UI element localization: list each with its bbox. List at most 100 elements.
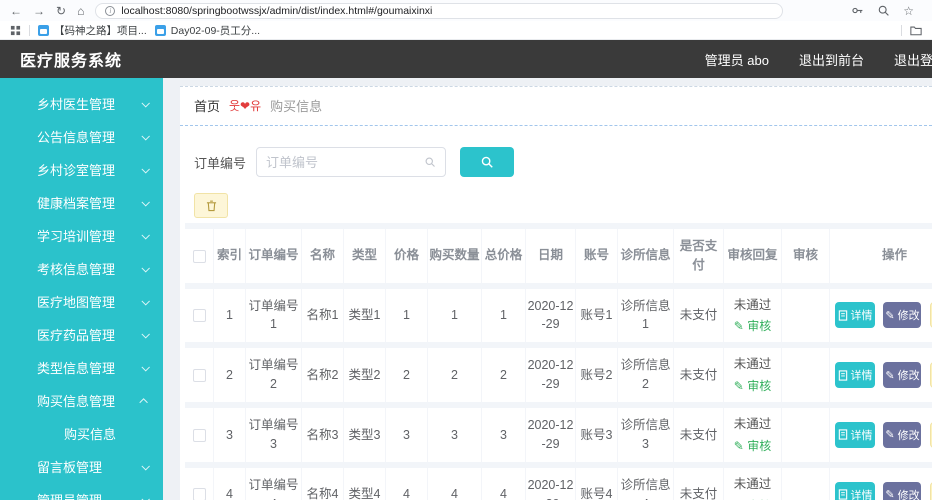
cell-clinic: 诊所信息3 — [617, 408, 673, 462]
apps-grid-icon[interactable] — [10, 25, 21, 36]
order-number-input[interactable] — [266, 155, 424, 170]
cell-price: 3 — [385, 408, 427, 462]
detail-button[interactable]: 详情 — [835, 362, 875, 388]
cell-type: 类型4 — [343, 468, 385, 500]
sidebar-item[interactable]: 公告信息管理 — [0, 120, 163, 153]
logout-link[interactable]: 退出登录 — [894, 50, 932, 69]
cell-index: 3 — [213, 408, 245, 462]
sidebar-item[interactable]: 留言板管理 — [0, 450, 163, 483]
chevron-down-icon — [141, 495, 149, 500]
select-all-checkbox[interactable] — [193, 250, 206, 263]
sidebar-item[interactable]: 购买信息 — [0, 417, 163, 450]
zoom-icon[interactable] — [877, 4, 890, 17]
row-select-cell — [185, 468, 213, 500]
other-bookmarks-folder-icon[interactable] — [910, 25, 922, 36]
address-bar[interactable]: i localhost:8080/springbootwssjx/admin/d… — [95, 3, 783, 19]
sidebar-item[interactable]: 管理员管理 — [0, 483, 163, 500]
password-key-icon[interactable] — [851, 4, 864, 17]
forward-icon[interactable]: → — [33, 5, 45, 17]
trash-icon — [206, 200, 217, 212]
sidebar-item[interactable]: 购买信息管理 — [0, 384, 163, 417]
sidebar-item-label: 学习培训管理 — [37, 226, 115, 245]
browser-nav-bar: ← → ↻ ⌂ i localhost:8080/springbootwssjx… — [0, 0, 932, 21]
col-header-qty: 购买数量 — [427, 229, 481, 283]
chevron-down-icon — [141, 132, 149, 140]
reload-icon[interactable]: ↻ — [56, 5, 66, 17]
chevron-down-icon — [141, 264, 149, 272]
table-body: 1 订单编号1 名称1 类型1 1 1 1 2020-12-29 账号1 诊所信… — [185, 289, 932, 500]
col-header-name: 名称 — [301, 229, 343, 283]
batch-delete-button[interactable] — [194, 193, 228, 218]
row-checkbox[interactable] — [193, 488, 206, 500]
purchase-table: 索引 订单编号 名称 类型 价格 购买数量 总价格 日期 账号 诊所信息 是否支… — [185, 223, 932, 500]
row-checkbox[interactable] — [193, 369, 206, 382]
sidebar-item[interactable]: 医疗地图管理 — [0, 285, 163, 318]
cell-order: 订单编号2 — [245, 348, 301, 402]
sidebar-item[interactable]: 乡村医生管理 — [0, 87, 163, 120]
breadcrumb-home[interactable]: 首页 — [194, 96, 220, 115]
edit-button[interactable]: ✎ 修改 — [883, 422, 921, 448]
col-header-reply: 审核回复 — [723, 229, 781, 283]
bookmark-star-icon[interactable]: ☆ — [903, 4, 914, 18]
cell-review — [781, 289, 829, 343]
chevron-down-icon — [139, 398, 147, 406]
app-title: 医疗服务系统 — [20, 47, 122, 71]
cell-account: 账号2 — [575, 348, 617, 402]
sidebar-item[interactable]: 乡村诊室管理 — [0, 153, 163, 186]
edit-button[interactable]: ✎ 修改 — [883, 362, 921, 388]
cell-qty: 2 — [427, 348, 481, 402]
edit-button[interactable]: ✎ 修改 — [883, 482, 921, 500]
cell-clinic: 诊所信息1 — [617, 289, 673, 343]
bookmark-item[interactable]: Day02-09-员工分... — [155, 23, 260, 38]
cell-review-reply: 未通过 ✎ 审核 — [723, 408, 781, 462]
review-link[interactable]: ✎ 审核 — [725, 377, 780, 395]
table-header-row: 索引 订单编号 名称 类型 价格 购买数量 总价格 日期 账号 诊所信息 是否支… — [185, 229, 932, 283]
cell-order: 订单编号4 — [245, 468, 301, 500]
sidebar-item[interactable]: 健康档案管理 — [0, 186, 163, 219]
cell-index: 4 — [213, 468, 245, 500]
cell-qty: 4 — [427, 468, 481, 500]
search-button[interactable] — [460, 147, 514, 177]
bookmark-favicon — [155, 25, 166, 36]
col-header-clinic: 诊所信息 — [617, 229, 673, 283]
col-header-price: 价格 — [385, 229, 427, 283]
cell-operation: 详情 ✎ 修改 — [829, 348, 932, 402]
detail-button[interactable]: 详情 — [835, 302, 875, 328]
sidebar-item-label: 健康档案管理 — [37, 193, 115, 212]
cell-type: 类型2 — [343, 348, 385, 402]
cell-paid: 未支付 — [673, 468, 723, 500]
chevron-down-icon — [141, 231, 149, 239]
site-info-icon[interactable]: i — [105, 6, 115, 16]
cell-operation: 详情 ✎ 修改 — [829, 468, 932, 500]
sidebar-item[interactable]: 医疗药品管理 — [0, 318, 163, 351]
home-icon[interactable]: ⌂ — [77, 5, 84, 17]
document-icon — [838, 370, 848, 381]
main-area: 首页 웃❤유 购买信息 订单编号 — [163, 78, 932, 500]
cell-total: 4 — [481, 468, 525, 500]
sidebar-item[interactable]: 类型信息管理 — [0, 351, 163, 384]
cell-review-reply: 未通过 ✎ 审核 — [723, 348, 781, 402]
review-link[interactable]: ✎ 审核 — [725, 497, 780, 500]
detail-button[interactable]: 详情 — [835, 482, 875, 500]
cell-qty: 3 — [427, 408, 481, 462]
cell-name: 名称4 — [301, 468, 343, 500]
browser-chrome: ← → ↻ ⌂ i localhost:8080/springbootwssjx… — [0, 0, 932, 40]
exit-to-front-link[interactable]: 退出到前台 — [799, 50, 864, 69]
bookmarks-bar: 【码神之路】项目... Day02-09-员工分... — [0, 21, 932, 39]
sidebar-item[interactable]: 考核信息管理 — [0, 252, 163, 285]
back-icon[interactable]: ← — [10, 5, 22, 17]
row-select-cell — [185, 348, 213, 402]
cell-index: 1 — [213, 289, 245, 343]
review-link[interactable]: ✎ 审核 — [725, 437, 780, 455]
row-checkbox[interactable] — [193, 429, 206, 442]
cell-name: 名称1 — [301, 289, 343, 343]
cell-operation: 详情 ✎ 修改 — [829, 408, 932, 462]
edit-button[interactable]: ✎ 修改 — [883, 302, 921, 328]
sidebar-item[interactable]: 学习培训管理 — [0, 219, 163, 252]
cell-clinic: 诊所信息2 — [617, 348, 673, 402]
chevron-down-icon — [141, 297, 149, 305]
row-checkbox[interactable] — [193, 309, 206, 322]
bookmark-item[interactable]: 【码神之路】项目... — [38, 23, 147, 38]
review-link[interactable]: ✎ 审核 — [725, 317, 780, 335]
detail-button[interactable]: 详情 — [835, 422, 875, 448]
